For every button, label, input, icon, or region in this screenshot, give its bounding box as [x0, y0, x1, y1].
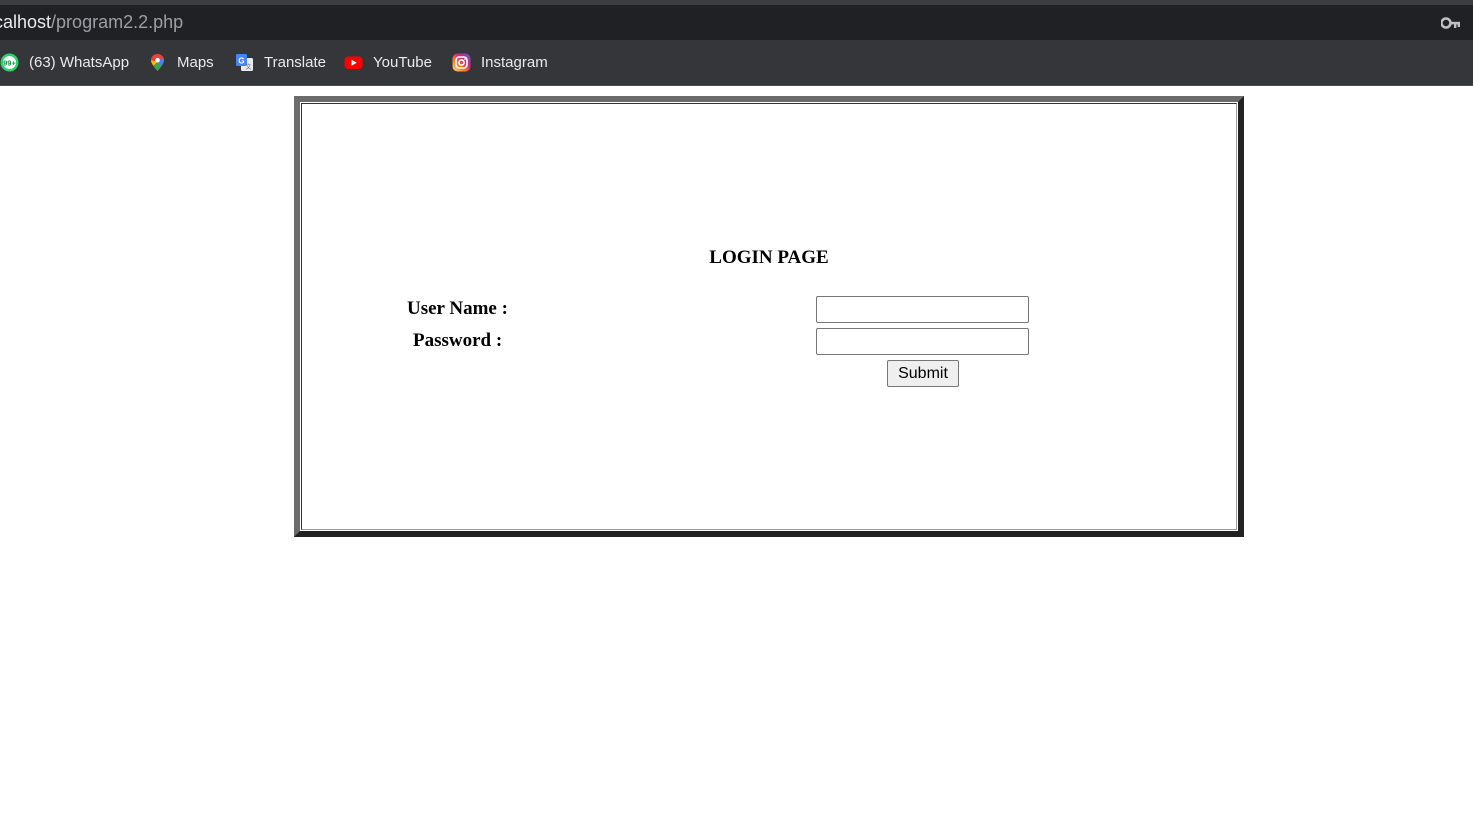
instagram-icon — [452, 53, 471, 72]
bookmark-whatsapp[interactable]: 99+ (63) WhatsApp — [0, 51, 129, 73]
translate-icon: G 文 — [235, 53, 254, 72]
submit-button[interactable]: Submit — [887, 360, 959, 387]
whatsapp-icon: 99+ — [0, 53, 19, 72]
password-field[interactable] — [816, 328, 1029, 355]
whatsapp-badge: 99+ — [3, 58, 16, 67]
bookmark-label: YouTube — [373, 53, 432, 71]
url-text[interactable]: calhost/program2.2.php — [0, 12, 183, 33]
svg-text:文: 文 — [245, 63, 251, 71]
youtube-icon — [344, 53, 363, 72]
password-label: Password : — [413, 330, 503, 351]
bookmark-label: Maps — [177, 53, 214, 71]
bookmark-youtube[interactable]: YouTube — [344, 51, 432, 73]
key-icon[interactable] — [1441, 16, 1461, 30]
url-path: /program2.2.php — [51, 12, 184, 32]
username-label: User Name : — [407, 298, 508, 319]
bookmark-label: Translate — [264, 53, 326, 71]
login-frame: LOGIN PAGE User Name : Password : Submit — [294, 96, 1244, 537]
login-frame-inner: LOGIN PAGE User Name : Password : Submit — [301, 103, 1237, 530]
bookmark-label: (63) WhatsApp — [29, 53, 130, 71]
url-host: calhost — [0, 12, 52, 32]
username-field[interactable] — [816, 296, 1029, 323]
page-title: LOGIN PAGE — [709, 247, 829, 268]
bookmark-instagram[interactable]: Instagram — [452, 51, 548, 73]
bookmark-maps[interactable]: Maps — [148, 51, 214, 73]
bookmark-label: Instagram — [481, 53, 548, 71]
svg-text:G: G — [238, 56, 244, 65]
bookmark-translate[interactable]: G 文 Translate — [235, 51, 326, 73]
maps-icon — [148, 53, 167, 72]
address-bar[interactable]: calhost/program2.2.php — [0, 5, 1473, 40]
bookmarks-bar: 99+ (63) WhatsApp Maps G 文 Translate You… — [0, 40, 1473, 86]
